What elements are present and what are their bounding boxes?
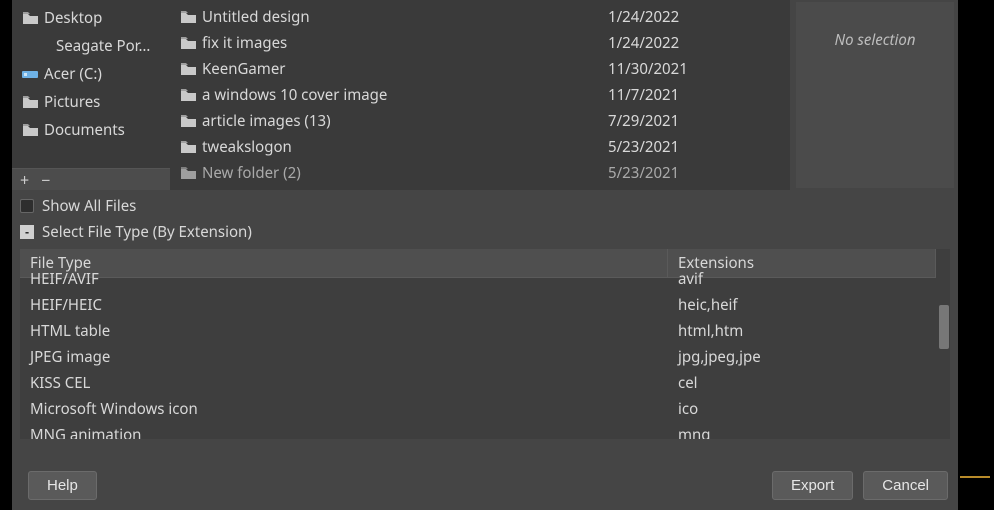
file-name-label: Untitled design	[202, 7, 310, 27]
file-type-row[interactable]: MNG animationmng	[20, 422, 936, 439]
file-row[interactable]: a windows 10 cover image 11/7/2021	[170, 82, 790, 108]
file-date-label: 11/7/2021	[608, 85, 780, 105]
file-type-row[interactable]: HEIF/AVIFavif	[20, 266, 936, 292]
show-all-files-row[interactable]: Show All Files	[20, 193, 950, 219]
preview-pane: No selection	[796, 2, 954, 188]
file-type-name: HEIF/HEIC	[20, 295, 668, 315]
file-name-label: article images (13)	[202, 111, 331, 131]
folder-icon	[22, 10, 38, 26]
file-row[interactable]: article images (13) 7/29/2021	[170, 108, 790, 134]
file-date-label: 1/24/2022	[608, 7, 780, 27]
folder-icon	[22, 94, 38, 110]
file-type-ext: jpg,jpeg,jpe	[668, 347, 936, 367]
folder-icon	[22, 122, 38, 138]
preview-empty-text: No selection	[834, 30, 915, 50]
file-date-label: 5/23/2021	[608, 163, 780, 183]
file-type-name: HEIF/AVIF	[20, 269, 668, 289]
file-date-label: 1/24/2022	[608, 33, 780, 53]
file-type-ext: avif	[668, 269, 936, 289]
file-type-row[interactable]: Microsoft Windows iconico	[20, 396, 936, 422]
file-type-row[interactable]: HTML tablehtml,htm	[20, 318, 936, 344]
file-type-name: KISS CEL	[20, 373, 668, 393]
file-type-table: File Type Extensions HEIF/AVIFavifHEIF/H…	[20, 249, 950, 439]
folder-icon	[180, 165, 196, 181]
file-date-label: 5/23/2021	[608, 137, 780, 157]
remove-bookmark-button[interactable]: −	[41, 172, 50, 188]
file-name-label: KeenGamer	[202, 59, 286, 79]
places-item[interactable]: Acer (C:)	[12, 60, 170, 88]
file-browser: Desktop Seagate Por… Acer (C:) Pictures Docu…	[12, 0, 958, 190]
folder-icon	[180, 139, 196, 155]
file-name-label: New folder (2)	[202, 163, 301, 183]
file-type-ext: heic,heif	[668, 295, 936, 315]
places-item-label: Documents	[44, 120, 125, 140]
file-type-ext: mng	[668, 425, 936, 439]
select-file-type-label: Select File Type (By Extension)	[42, 222, 252, 242]
help-button[interactable]: Help	[28, 471, 97, 500]
file-row[interactable]: New folder (2) 5/23/2021	[170, 160, 790, 186]
places-item-label: Seagate Por…	[56, 36, 150, 56]
file-type-ext: ico	[668, 399, 936, 419]
show-all-files-checkbox[interactable]	[20, 199, 34, 213]
export-dialog: Desktop Seagate Por… Acer (C:) Pictures Docu…	[12, 0, 958, 510]
file-date-label: 11/30/2021	[608, 59, 780, 79]
file-type-row[interactable]: JPEG imagejpg,jpeg,jpe	[20, 344, 936, 370]
file-type-name: MNG animation	[20, 425, 668, 439]
file-rows: Untitled design 1/24/2022 fix it images 1/2…	[170, 0, 790, 190]
select-file-type-row[interactable]: - Select File Type (By Extension)	[20, 219, 950, 245]
app-right-strip	[960, 0, 994, 510]
drive-icon	[22, 66, 38, 82]
folder-icon	[180, 61, 196, 77]
file-type-name: HTML table	[20, 321, 668, 341]
places-item-label: Pictures	[44, 92, 100, 112]
file-row[interactable]: Untitled design 1/24/2022	[170, 4, 790, 30]
folder-icon	[180, 113, 196, 129]
file-row[interactable]: fix it images 1/24/2022	[170, 30, 790, 56]
places-item[interactable]: Desktop	[12, 4, 170, 32]
file-type-body: HEIF/AVIFavifHEIF/HEICheic,heifHTML tabl…	[20, 266, 936, 439]
folder-icon	[180, 35, 196, 51]
file-list-panel: Untitled design 1/24/2022 fix it images 1/2…	[170, 0, 790, 190]
file-type-name: Microsoft Windows icon	[20, 399, 668, 419]
places-item-label: Acer (C:)	[44, 64, 102, 84]
folder-icon	[180, 87, 196, 103]
export-button[interactable]: Export	[772, 471, 853, 500]
file-type-ext: html,htm	[668, 321, 936, 341]
places-item-label: Desktop	[44, 8, 102, 28]
add-bookmark-button[interactable]: +	[20, 172, 29, 188]
button-bar: Help Export Cancel	[12, 459, 958, 510]
file-name-label: a windows 10 cover image	[202, 85, 387, 105]
file-name-label: tweakslogon	[202, 137, 292, 157]
cancel-button[interactable]: Cancel	[863, 471, 948, 500]
file-name-label: fix it images	[202, 33, 287, 53]
file-row[interactable]: KeenGamer 11/30/2021	[170, 56, 790, 82]
places-item[interactable]: Pictures	[12, 88, 170, 116]
show-all-files-label: Show All Files	[42, 196, 136, 216]
file-row[interactable]: tweakslogon 5/23/2021	[170, 134, 790, 160]
options-area: Show All Files - Select File Type (By Ex…	[12, 190, 958, 247]
places-panel: Desktop Seagate Por… Acer (C:) Pictures Docu…	[12, 0, 170, 190]
places-toolbar: + −	[12, 168, 170, 190]
file-type-ext: cel	[668, 373, 936, 393]
file-type-scroll-thumb[interactable]	[939, 305, 949, 349]
blank-icon	[34, 38, 50, 54]
file-type-name: JPEG image	[20, 347, 668, 367]
folder-icon	[180, 9, 196, 25]
file-date-label: 7/29/2021	[608, 111, 780, 131]
file-type-row[interactable]: HEIF/HEICheic,heif	[20, 292, 936, 318]
file-type-scrollbar[interactable]	[936, 249, 950, 439]
file-type-expander[interactable]: -	[20, 225, 34, 239]
places-item[interactable]: Seagate Por…	[12, 32, 170, 60]
places-list: Desktop Seagate Por… Acer (C:) Pictures Docu…	[12, 0, 170, 168]
file-type-row[interactable]: KISS CELcel	[20, 370, 936, 396]
places-item[interactable]: Documents	[12, 116, 170, 144]
